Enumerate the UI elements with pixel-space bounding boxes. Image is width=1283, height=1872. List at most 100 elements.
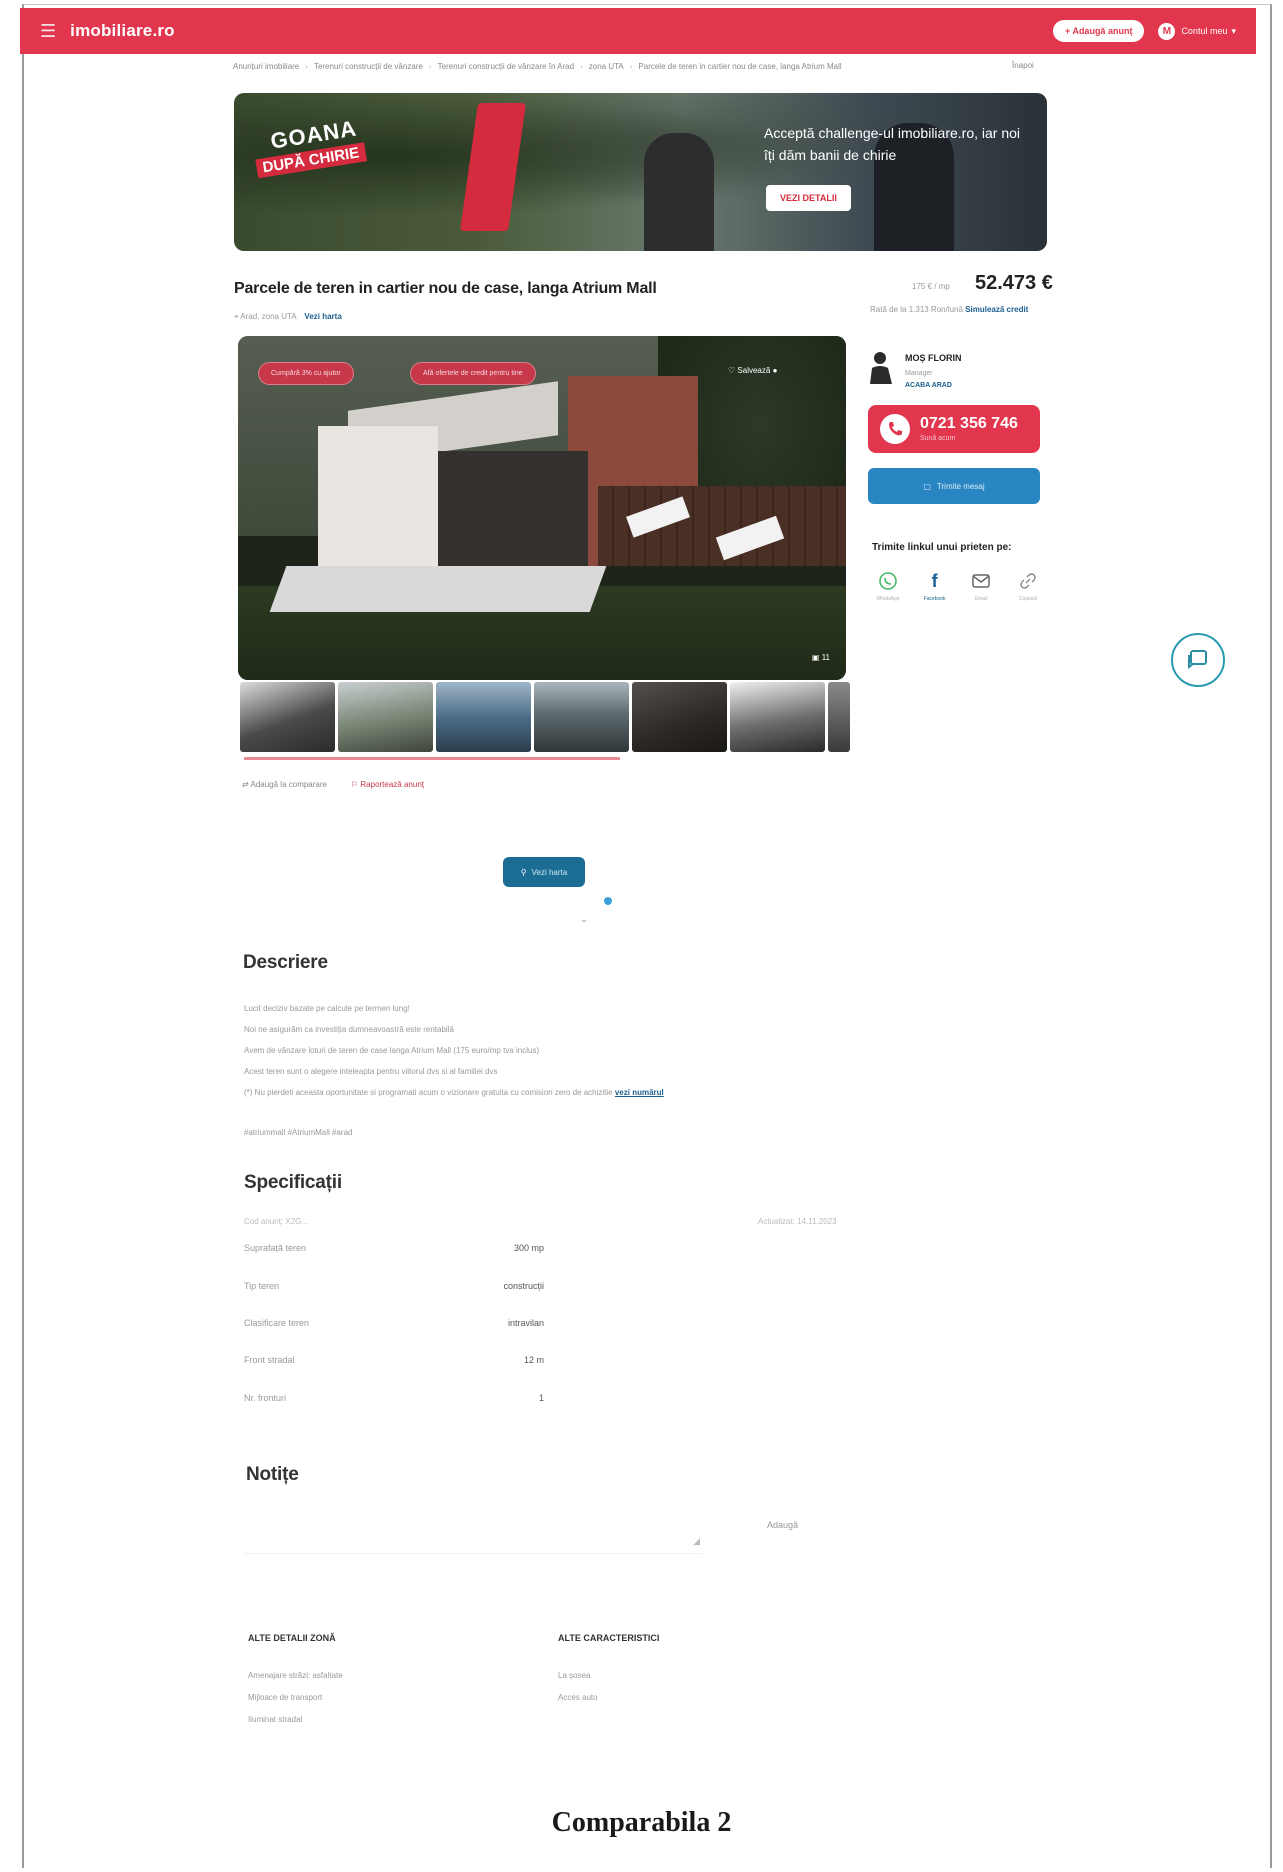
spec-key: Nr. fronturi bbox=[244, 1393, 287, 1403]
hamburger-menu-icon[interactable]: ☰ bbox=[40, 21, 56, 42]
share-whatsapp-button[interactable]: WhatsApp bbox=[868, 570, 908, 602]
photo-deck bbox=[269, 566, 607, 612]
photo-gallery-main[interactable]: Cumpără 3% cu ajutor Afă ofertele de cre… bbox=[238, 336, 846, 680]
other-features-title: ALTE CARACTERISTICI bbox=[558, 1633, 660, 1643]
share-facebook-button[interactable]: f Facebook bbox=[915, 570, 955, 603]
breadcrumb-item[interactable]: Terenuri construcții de vânzare în Arad bbox=[438, 62, 575, 71]
spec-key: Tip teren bbox=[244, 1281, 280, 1291]
gallery-thumbnail[interactable] bbox=[534, 682, 629, 752]
banner-tagline: Acceptă challenge-ul imobiliare.ro, iar … bbox=[764, 125, 1021, 163]
chat-icon: ▢ bbox=[923, 481, 931, 491]
document-caption: Comparabila 2 bbox=[551, 1807, 732, 1838]
site-logo[interactable]: imobiliare.ro bbox=[70, 21, 175, 41]
gallery-thumbnail[interactable] bbox=[338, 682, 433, 752]
flag-icon: ⚐ bbox=[350, 780, 361, 789]
agent-name[interactable]: MOȘ FLORIN bbox=[905, 353, 962, 363]
notes-title: Notițe bbox=[246, 1464, 299, 1485]
list-item: Amenajare străzi: asfaltate bbox=[248, 1671, 343, 1680]
view-map-link[interactable]: Vezi harta bbox=[304, 312, 341, 321]
promo-banner[interactable]: GOANA DUPĂ CHIRIE Acceptă challenge-ul i… bbox=[234, 93, 1047, 251]
spec-key: Suprafață teren bbox=[244, 1243, 307, 1253]
show-number-link[interactable]: vezi numărul bbox=[615, 1088, 664, 1097]
description-line: Lucit deciziv bazate pe calcule pe terme… bbox=[244, 1004, 410, 1013]
share-title: Trimite linkul unui prieten pe: bbox=[872, 542, 1012, 553]
gallery-thumbnail[interactable] bbox=[240, 682, 335, 752]
spec-key: Front stradal bbox=[244, 1355, 295, 1365]
facebook-icon: f bbox=[931, 570, 938, 591]
view-map-button[interactable]: ⚲ Vezi harta bbox=[503, 857, 585, 887]
listing-price: 52.473 € bbox=[975, 272, 1053, 294]
spec-value: 1 bbox=[538, 1393, 544, 1403]
report-label: Raportează anunț bbox=[360, 780, 424, 789]
spec-value: 12 m bbox=[523, 1355, 544, 1365]
description-line: Acest teren sunt o alegere inteleapta pe… bbox=[244, 1067, 498, 1076]
avatar: M bbox=[1158, 22, 1176, 40]
installment-text: Rată de la 1.313 Ron/lună bbox=[870, 305, 963, 314]
chevron-down-icon: ▾ bbox=[1231, 25, 1236, 36]
share-buttons: WhatsApp f Facebook Email Copiază bbox=[868, 570, 1048, 603]
banner-details-button[interactable]: VEZI DETALII bbox=[766, 185, 851, 211]
share-label: Facebook bbox=[923, 596, 946, 602]
back-link[interactable]: Înapoi bbox=[1012, 61, 1034, 70]
breadcrumb: Anunțuri imobiliare › Terenuri construcți… bbox=[233, 62, 842, 71]
heart-icon: ♡ bbox=[728, 366, 736, 375]
top-navbar: ☰ imobiliare.ro + Adaugă anunț M Contul … bbox=[20, 8, 1256, 54]
photo-house-wall bbox=[318, 426, 438, 576]
breadcrumb-item[interactable]: Anunțuri imobiliare bbox=[233, 62, 299, 71]
share-label: Email bbox=[975, 596, 988, 602]
add-listing-button[interactable]: + Adaugă anunț bbox=[1053, 20, 1145, 42]
spec-row: Front stradal 12 m bbox=[244, 1355, 544, 1371]
listing-location: ⌖ Arad, zona UTA Vezi harta bbox=[234, 312, 342, 322]
account-menu[interactable]: M Contul meu ▾ bbox=[1158, 22, 1236, 40]
share-email-button[interactable]: Email bbox=[961, 570, 1001, 602]
save-label: Salvează bbox=[737, 366, 771, 375]
spec-row: Clasificare teren intravilan bbox=[244, 1318, 544, 1334]
send-message-button[interactable]: ▢ Trimite mesaj bbox=[868, 468, 1040, 504]
resize-handle-icon[interactable]: ◢ bbox=[693, 1536, 700, 1547]
description-line: Avem de vânzare loturi de teren de case … bbox=[244, 1046, 540, 1055]
account-label: Contul meu bbox=[1181, 26, 1228, 36]
notes-textarea[interactable]: ◢ bbox=[244, 1502, 702, 1554]
phone-icon bbox=[880, 414, 910, 444]
compare-label: Adaugă la comparare bbox=[250, 780, 327, 789]
chat-support-button[interactable] bbox=[1171, 633, 1225, 687]
agent-company-link[interactable]: ACABA ARAD bbox=[905, 382, 952, 389]
spec-row: Tip teren construcții bbox=[244, 1281, 544, 1297]
simulate-credit-link[interactable]: Simulează credit bbox=[965, 305, 1028, 314]
photo-count: 11 bbox=[821, 653, 830, 662]
gallery-thumbnail[interactable] bbox=[436, 682, 531, 752]
call-agent-button[interactable]: 0721 356 746 Sună acum bbox=[868, 405, 1040, 453]
agent-person-icon bbox=[870, 352, 892, 384]
list-item: Acces auto bbox=[558, 1693, 598, 1702]
description-line: Noi ne asigurăm ca investiția dumneavoas… bbox=[244, 1025, 454, 1034]
credit-help-pill[interactable]: Cumpără 3% cu ajutor bbox=[258, 362, 354, 385]
breadcrumb-item[interactable]: Terenuri construcții de vânzare bbox=[314, 62, 423, 71]
spec-row: Suprafață teren 300 mp bbox=[244, 1243, 544, 1259]
compare-link[interactable]: ⇄ Adaugă la comparare bbox=[242, 780, 327, 789]
send-message-label: Trimite mesaj bbox=[936, 481, 985, 491]
spec-row: Nr. fronturi 1 bbox=[244, 1393, 544, 1409]
description-line-text: (*) Nu pierdeti aceasta oportunitate si … bbox=[244, 1088, 613, 1097]
add-note-button[interactable]: Adaugă bbox=[767, 1520, 798, 1530]
gallery-thumbnail[interactable] bbox=[730, 682, 825, 752]
banner-person bbox=[644, 133, 714, 251]
thumbnail-scrollbar[interactable] bbox=[244, 757, 620, 760]
list-item: La șosea bbox=[558, 1671, 591, 1680]
report-link[interactable]: ⚐ Raportează anunț bbox=[351, 780, 424, 789]
copy-link-button[interactable]: Copiază bbox=[1008, 570, 1048, 602]
breadcrumb-item[interactable]: zona UTA bbox=[589, 62, 624, 71]
agent-phone-number: 0721 356 746 bbox=[920, 415, 1018, 432]
save-listing-button[interactable]: ♡ Salvează ● bbox=[728, 366, 777, 375]
description-text: Lucit deciziv bazate pe calcule pe terme… bbox=[244, 998, 864, 1103]
price-per-sqm: 175 € / mp bbox=[912, 282, 950, 291]
list-item: Mijloace de transport bbox=[248, 1693, 323, 1702]
spec-value: intravilan bbox=[507, 1318, 544, 1328]
gallery-thumbnail[interactable] bbox=[828, 682, 850, 752]
photo-counter: ▣ 11 bbox=[812, 653, 830, 662]
credit-offers-pill[interactable]: Afă ofertele de credit pentru tine bbox=[410, 362, 536, 385]
gallery-thumbnail[interactable] bbox=[632, 682, 727, 752]
zone-details-title: ALTE DETALII ZONĂ bbox=[248, 1633, 336, 1643]
chat-bubble-icon bbox=[1188, 650, 1207, 669]
hashtags[interactable]: #atriummall #AtriumMall #arad bbox=[244, 1128, 352, 1137]
page-title: Parcele de teren in cartier nou de case,… bbox=[234, 280, 657, 297]
